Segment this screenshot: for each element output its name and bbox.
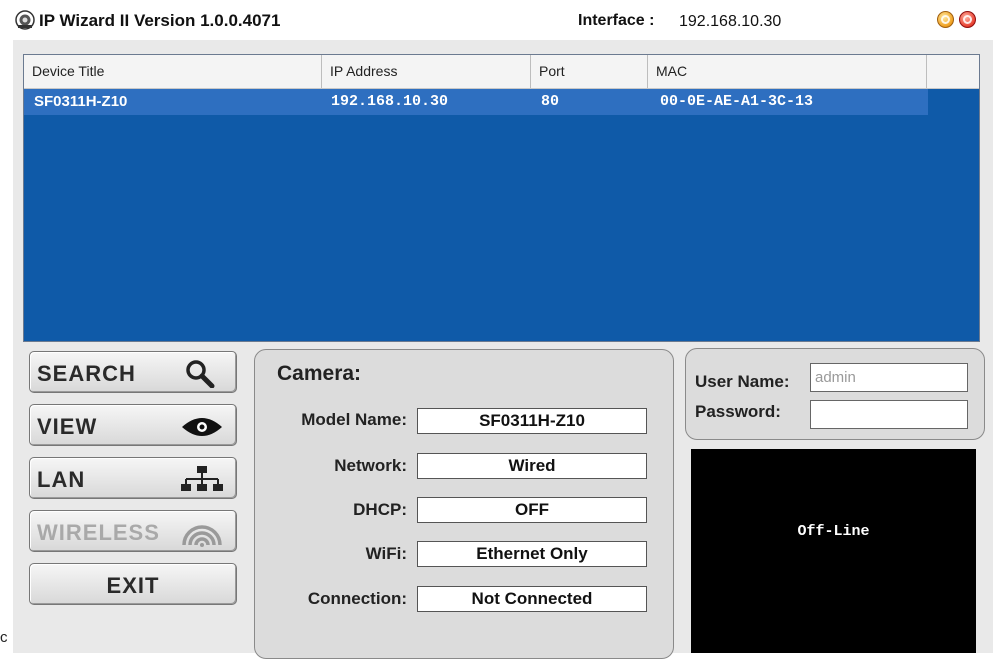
exit-button-label: EXIT (106, 573, 160, 598)
username-label: User Name: (695, 372, 790, 391)
password-input[interactable] (810, 400, 968, 429)
lan-button[interactable]: LAN (29, 457, 237, 499)
port-cell: 80 (541, 93, 560, 110)
close-button[interactable] (959, 11, 976, 28)
password-label: Password: (695, 402, 781, 421)
column-device-title[interactable]: Device Title (24, 55, 322, 88)
network-icon (181, 466, 223, 491)
dhcp-label: DHCP: (353, 500, 407, 519)
view-button-label: VIEW (37, 414, 98, 439)
network-label: Network: (334, 456, 407, 475)
search-button-label: SEARCH (37, 361, 136, 386)
column-filler (927, 55, 979, 88)
video-status: Off-Line (797, 523, 870, 540)
minimize-icon (941, 15, 950, 24)
dhcp-field: OFF (417, 497, 647, 523)
column-ip-address[interactable]: IP Address (322, 55, 531, 88)
login-panel: User Name: admin Password: (685, 348, 985, 440)
connection-field: Not Connected (417, 586, 647, 612)
device-list-header: Device Title IP Address Port MAC (24, 55, 979, 89)
camera-heading: Camera: (277, 362, 362, 385)
minimize-button[interactable] (937, 11, 954, 28)
wireless-button[interactable]: WIRELESS (29, 510, 237, 552)
interface-label: Interface : (578, 12, 655, 29)
model-name-field: SF0311H-Z10 (417, 408, 647, 434)
device-title-cell: SF0311H-Z10 (34, 93, 128, 110)
mac-cell: 00-0E-AE-A1-3C-13 (660, 93, 814, 110)
device-list[interactable]: Device Title IP Address Port MAC SF0311H… (23, 54, 980, 342)
app-window: IP Wizard II Version 1.0.0.4071 Interfac… (13, 0, 993, 659)
exit-button[interactable]: EXIT (29, 563, 237, 605)
model-name-label: Model Name: (301, 410, 407, 429)
wireless-button-label: WIRELESS (37, 520, 160, 545)
wifi-field: Ethernet Only (417, 541, 647, 567)
video-preview: Off-Line (691, 449, 976, 653)
view-button[interactable]: VIEW (29, 404, 237, 446)
ip-address-cell: 192.168.10.30 (331, 93, 449, 110)
username-input[interactable]: admin (810, 363, 968, 392)
search-icon (186, 360, 215, 388)
title-bar[interactable]: IP Wizard II Version 1.0.0.4071 Interfac… (13, 0, 993, 40)
camera-info-panel: Camera: Model Name: SF0311H-Z10 Network:… (254, 349, 674, 659)
connection-label: Connection: (307, 589, 407, 608)
stray-char: c (0, 629, 8, 646)
column-mac[interactable]: MAC (648, 55, 927, 88)
table-row[interactable]: SF0311H-Z10 192.168.10.30 80 00-0E-AE-A1… (24, 89, 928, 115)
search-button[interactable]: SEARCH (29, 351, 237, 393)
column-port[interactable]: Port (531, 55, 648, 88)
close-icon (963, 15, 972, 24)
network-field: Wired (417, 453, 647, 479)
left-edge (0, 0, 13, 653)
lan-button-label: LAN (37, 467, 86, 492)
interface-value: 192.168.10.30 (679, 13, 782, 30)
wireless-icon (182, 525, 222, 547)
wifi-label: WiFi: (365, 544, 407, 563)
window-title: IP Wizard II Version 1.0.0.4071 (39, 11, 281, 30)
eye-icon (182, 418, 222, 436)
app-logo-icon (15, 10, 35, 30)
